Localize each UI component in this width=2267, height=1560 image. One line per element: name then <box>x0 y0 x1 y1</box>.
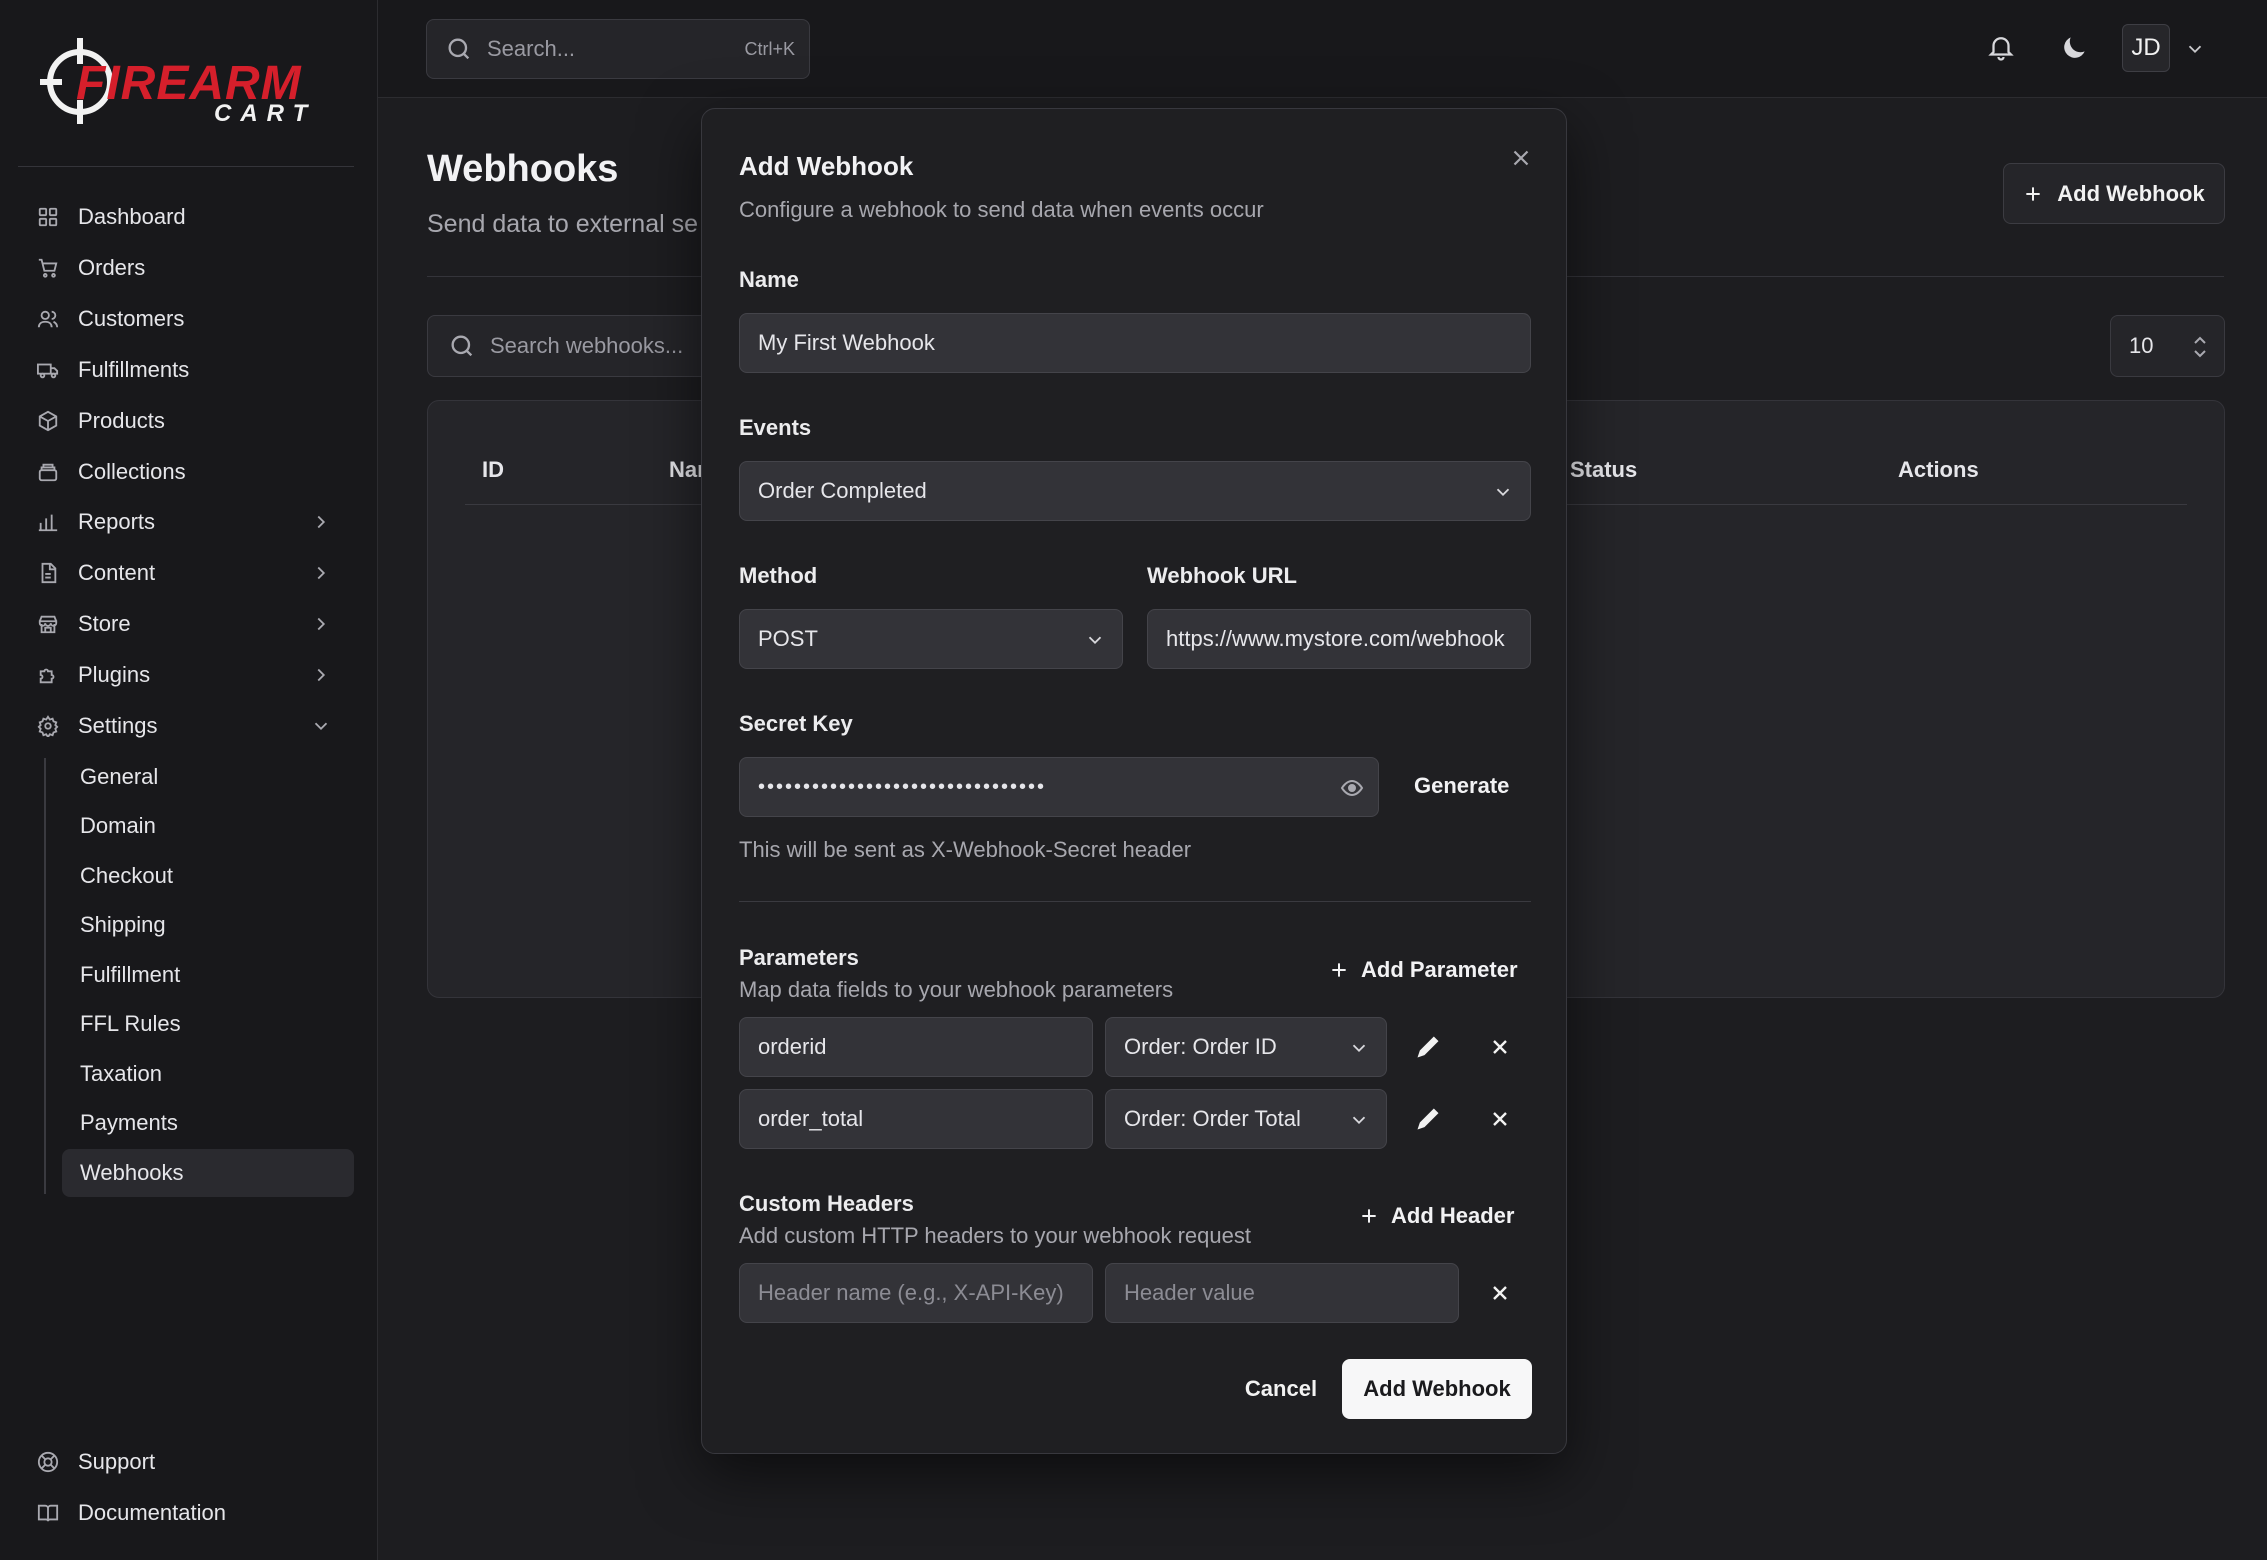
dialog-title: Add Webhook <box>739 151 914 181</box>
close-icon[interactable] <box>1484 1277 1516 1309</box>
add-header-button[interactable]: Add Header <box>1359 1203 1514 1229</box>
chevron-down-icon <box>1348 1037 1370 1059</box>
chevron-down-icon <box>1084 629 1106 651</box>
events-select[interactable]: Order Completed <box>739 461 1531 521</box>
custom-headers-help: Add custom HTTP headers to your webhook … <box>739 1223 1251 1248</box>
add-webhook-dialog: Add Webhook Configure a webhook to send … <box>701 108 1567 1454</box>
webhook-url-label: Webhook URL <box>1147 563 1297 588</box>
parameter-field-select[interactable]: Order: Order ID <box>1105 1017 1387 1077</box>
name-label: Name <box>739 267 799 292</box>
parameters-help: Map data fields to your webhook paramete… <box>739 977 1174 1002</box>
events-label: Events <box>739 415 812 440</box>
dialog-description: Configure a webhook to send data when ev… <box>739 197 1264 222</box>
close-icon[interactable] <box>1484 1031 1516 1063</box>
chevron-down-icon <box>1492 481 1514 503</box>
events-value: Order Completed <box>758 478 927 503</box>
eye-icon[interactable] <box>1340 776 1364 800</box>
secret-key-label: Secret Key <box>739 711 853 736</box>
parameter-field-value: Order: Order Total <box>1124 1106 1301 1131</box>
generate-button[interactable]: Generate <box>1414 773 1509 799</box>
add-parameter-label: Add Parameter <box>1361 957 1518 982</box>
close-icon[interactable] <box>1484 1103 1516 1135</box>
webhook-url-input[interactable]: https://www.mystore.com/webhook <box>1147 609 1531 669</box>
parameter-name-input[interactable]: orderid <box>739 1017 1093 1077</box>
method-value: POST <box>758 626 818 651</box>
header-value-input[interactable]: Header value <box>1105 1263 1459 1323</box>
parameter-field-value: Order: Order ID <box>1124 1034 1277 1059</box>
custom-headers-label: Custom Headers <box>739 1191 914 1216</box>
parameter-name-input[interactable]: order_total <box>739 1089 1093 1149</box>
chevron-down-icon <box>1348 1109 1370 1131</box>
method-label: Method <box>739 563 818 588</box>
dialog-divider <box>739 901 1531 902</box>
secret-key-input[interactable]: •••••••••••••••••••••••••••••••• <box>739 757 1379 817</box>
submit-add-webhook-button[interactable]: Add Webhook <box>1342 1359 1532 1419</box>
name-input[interactable]: My First Webhook <box>739 313 1531 373</box>
pencil-icon[interactable] <box>1412 1031 1444 1063</box>
cancel-button[interactable]: Cancel <box>1236 1359 1326 1419</box>
plus-icon <box>1329 960 1349 980</box>
secret-key-value: •••••••••••••••••••••••••••••••• <box>758 775 1047 798</box>
header-name-input[interactable]: Header name (e.g., X-API-Key) <box>739 1263 1093 1323</box>
secret-key-help: This will be sent as X-Webhook-Secret he… <box>739 837 1192 862</box>
add-parameter-button[interactable]: Add Parameter <box>1329 957 1518 983</box>
parameter-field-select[interactable]: Order: Order Total <box>1105 1089 1387 1149</box>
parameters-label: Parameters <box>739 945 859 970</box>
plus-icon <box>1359 1206 1379 1226</box>
pencil-icon[interactable] <box>1412 1103 1444 1135</box>
add-header-label: Add Header <box>1391 1203 1515 1228</box>
close-icon[interactable] <box>1508 145 1536 173</box>
method-select[interactable]: POST <box>739 609 1123 669</box>
